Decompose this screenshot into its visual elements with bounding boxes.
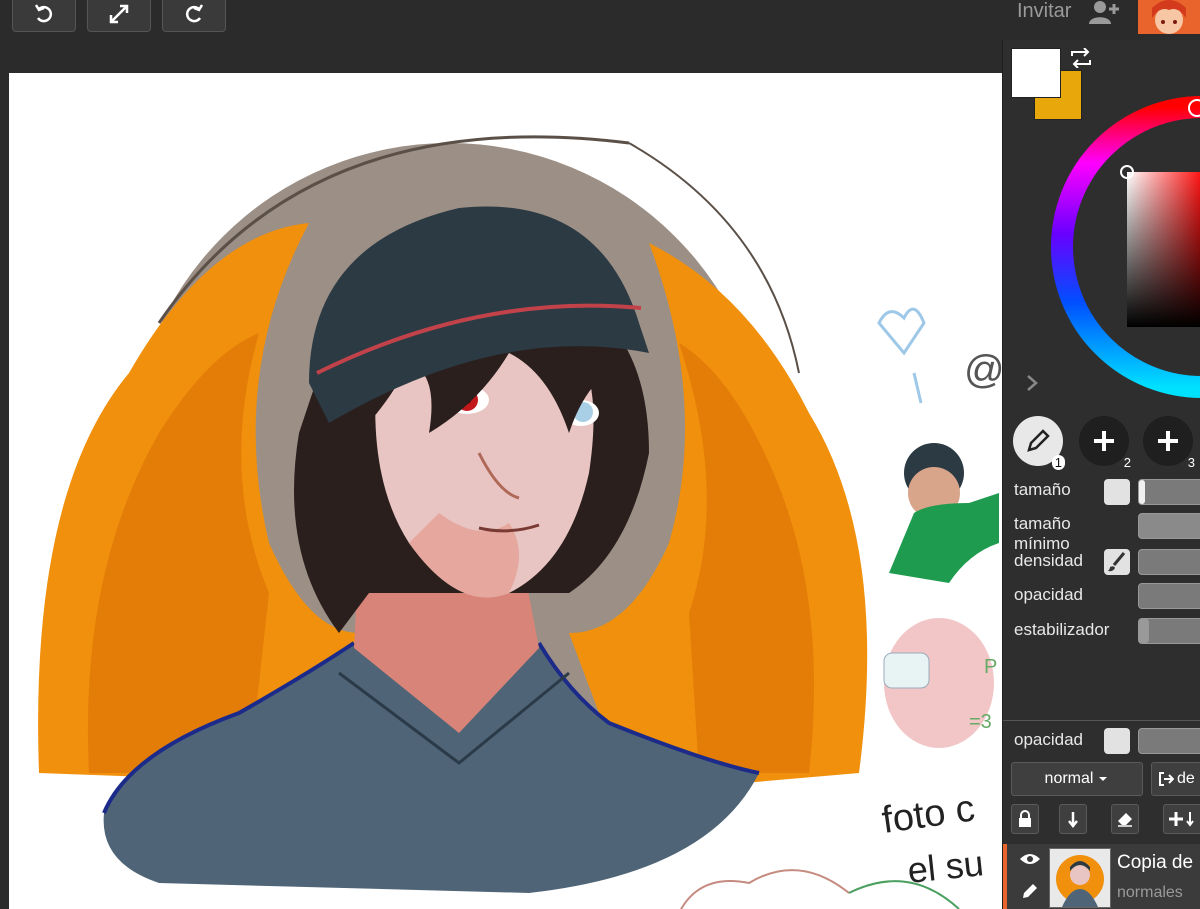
density-label: densidad	[1014, 551, 1084, 570]
panel-divider	[1003, 720, 1200, 721]
density-pressure-toggle[interactable]	[1104, 549, 1130, 575]
canvas-pink-text2: =3	[969, 711, 992, 733]
size-slider[interactable]	[1138, 479, 1200, 505]
edit-pencil-icon[interactable]	[1021, 882, 1039, 900]
blend-mode-select[interactable]: normal	[1011, 762, 1143, 796]
density-slider[interactable]	[1138, 549, 1200, 575]
opacity-label: opacidad	[1014, 585, 1084, 604]
add-layer-icon	[1169, 812, 1194, 827]
size-pressure-toggle[interactable]	[1104, 479, 1130, 505]
clear-layer-button[interactable]	[1111, 804, 1139, 834]
brush-slot-3[interactable]: 3	[1143, 416, 1195, 470]
arrow-down-icon	[1068, 812, 1078, 828]
min-size-label: tamaño mínimo	[1014, 514, 1071, 553]
layer-action-label: de	[1177, 770, 1195, 787]
add-user-icon[interactable]	[1088, 0, 1120, 26]
redo-icon	[185, 4, 204, 23]
layer-type: normales	[1117, 884, 1183, 901]
eraser-icon	[1118, 813, 1132, 827]
layer-opacity-toggle[interactable]	[1104, 728, 1130, 754]
blend-mode-value: normal	[1044, 770, 1094, 787]
swap-colors-icon[interactable]	[1069, 48, 1093, 68]
plus-icon	[1158, 431, 1178, 451]
merge-down-button[interactable]	[1059, 804, 1087, 834]
brush-slot-number: 1	[1051, 455, 1065, 470]
color-wheel[interactable]	[1047, 92, 1200, 402]
lock-layer-button[interactable]	[1011, 804, 1039, 834]
min-size-slider[interactable]	[1138, 513, 1200, 539]
layer-action-button[interactable]: de	[1151, 762, 1200, 796]
stabilizer-label: estabilizador	[1014, 620, 1110, 639]
brush-icon	[1108, 552, 1126, 572]
user-avatar[interactable]	[1138, 0, 1200, 34]
foreground-color-swatch[interactable]	[1011, 48, 1061, 98]
tools-panel: 1 2 3 tamaño tamaño mínimo densidad opac…	[1002, 40, 1200, 909]
opacity-slider[interactable]	[1138, 583, 1200, 609]
chevron-right-icon[interactable]	[1025, 374, 1039, 392]
layer-thumbnail	[1049, 848, 1111, 908]
layer-opacity-slider[interactable]	[1138, 728, 1200, 754]
undo-button[interactable]	[12, 0, 76, 32]
canvas-pink-text: P	[984, 656, 997, 678]
layer-opacity-label: opacidad	[1014, 730, 1084, 749]
undo-icon	[34, 4, 53, 23]
layer-name: Copia de	[1117, 852, 1194, 873]
brush-slot-2[interactable]: 2	[1079, 416, 1131, 470]
artwork: @N foto c el su P =3	[38, 135, 1002, 909]
canvas-handle-text: @N	[964, 348, 1002, 392]
top-toolbar: Invitar	[0, 0, 1200, 40]
expand-icon	[109, 4, 129, 24]
invite-link[interactable]: Invitar	[1017, 0, 1071, 23]
stabilizer-slider[interactable]	[1138, 618, 1200, 644]
caret-down-icon	[1099, 777, 1108, 781]
plus-icon	[1094, 431, 1114, 451]
canvas-area: @N foto c el su P =3	[0, 40, 1002, 909]
canvas-note-line1: foto c	[879, 787, 977, 842]
arrow-out-icon	[1159, 772, 1174, 786]
add-layer-button[interactable]	[1163, 804, 1200, 834]
redo-button[interactable]	[162, 0, 226, 32]
size-label: tamaño	[1014, 480, 1071, 499]
fullscreen-button[interactable]	[87, 0, 151, 32]
brush-slot-number: 3	[1187, 455, 1195, 470]
lock-icon	[1019, 810, 1031, 827]
pencil-icon	[1027, 429, 1050, 452]
eye-icon[interactable]	[1019, 852, 1041, 866]
drawing-canvas[interactable]: @N foto c el su P =3	[9, 73, 1002, 909]
brush-slot-number: 2	[1123, 455, 1131, 470]
layer-item[interactable]: Copia de normales	[1003, 844, 1200, 909]
brush-slot-1[interactable]: 1	[1013, 416, 1065, 470]
